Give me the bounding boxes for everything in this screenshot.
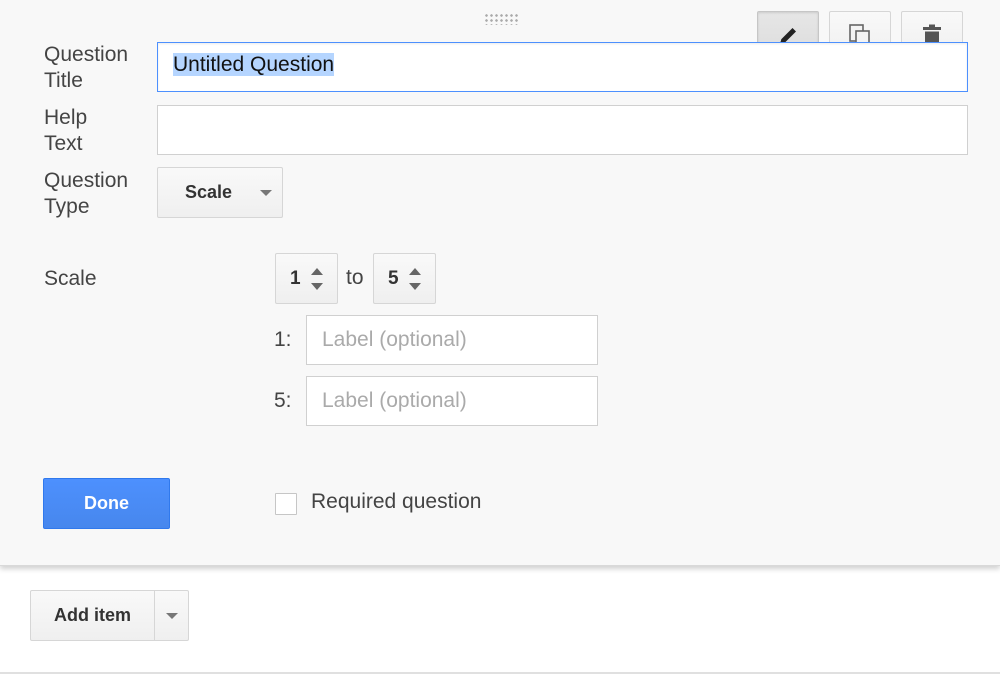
scale-to-stepper[interactable]: 5 bbox=[373, 253, 436, 304]
low-label-prefix: 1: bbox=[274, 328, 292, 351]
scale-to-value: 5 bbox=[388, 267, 399, 289]
question-title-input[interactable]: Untitled Question bbox=[157, 42, 968, 92]
help-text-label: Help Text bbox=[44, 106, 88, 155]
question-type-select[interactable]: Scale bbox=[157, 167, 283, 218]
chevron-down-icon bbox=[166, 613, 178, 619]
high-label-prefix: 5: bbox=[274, 389, 292, 412]
stepper-arrows-icon[interactable] bbox=[409, 268, 421, 290]
scale-from-value: 1 bbox=[290, 267, 301, 289]
scale-from-stepper[interactable]: 1 bbox=[275, 253, 338, 304]
add-item-button[interactable]: Add item bbox=[31, 591, 155, 640]
question-title-value: Untitled Question bbox=[173, 53, 335, 76]
help-text-input[interactable] bbox=[157, 105, 968, 155]
scale-to-word: to bbox=[346, 266, 364, 289]
high-label-input[interactable] bbox=[306, 376, 598, 426]
add-item-dropdown[interactable] bbox=[155, 591, 188, 640]
stepper-arrows-icon[interactable] bbox=[311, 268, 323, 290]
low-label-input[interactable] bbox=[306, 315, 598, 365]
add-item-button-group: Add item bbox=[30, 590, 189, 641]
drag-handle[interactable] bbox=[484, 13, 518, 25]
required-label[interactable]: Required question bbox=[311, 490, 481, 514]
question-title-label: Question Title bbox=[44, 43, 129, 92]
done-button[interactable]: Done bbox=[43, 478, 170, 529]
scale-label: Scale bbox=[44, 267, 97, 290]
question-editor-panel: Question Title Untitled Question Help Te… bbox=[0, 0, 1000, 566]
chevron-down-icon bbox=[260, 190, 272, 196]
question-type-label: Question Type bbox=[44, 169, 129, 218]
question-type-value: Scale bbox=[185, 182, 233, 202]
required-checkbox[interactable] bbox=[275, 493, 297, 515]
